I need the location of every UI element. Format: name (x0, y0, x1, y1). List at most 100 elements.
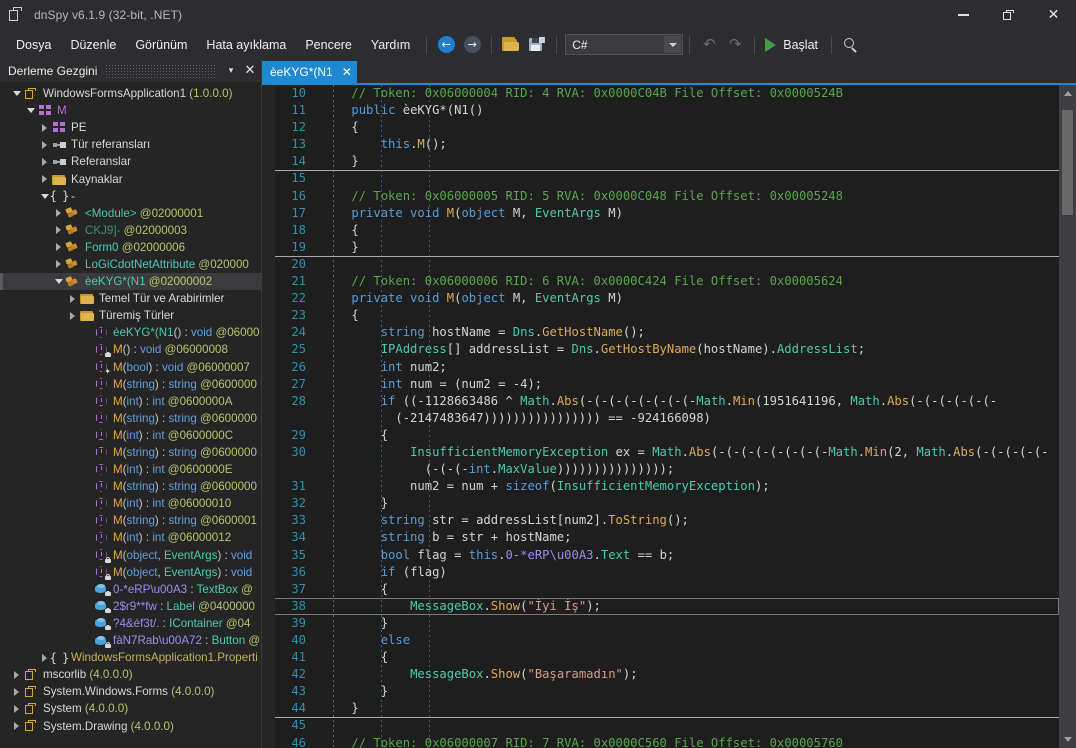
scroll-down-arrow-icon[interactable] (1059, 731, 1076, 748)
code-text[interactable]: } (315, 495, 1059, 512)
menu-item-yardim[interactable]: Yardım (362, 34, 419, 56)
chevron-right-icon[interactable] (52, 209, 65, 218)
tree-item[interactable]: Referanslar (0, 153, 261, 170)
tree-item[interactable]: fàN7Rab\u00A72 : Button @ (0, 632, 261, 649)
tree-item[interactable]: Tür referansları (0, 136, 261, 153)
tree-item[interactable]: LoGiCdotNetAttribute @020000 (0, 256, 261, 273)
editor-vertical-scrollbar[interactable] (1059, 85, 1076, 748)
code-text[interactable]: MessageBox.Show("Başaramadın"); (315, 666, 1059, 683)
code-text[interactable] (275, 717, 1059, 734)
tree-item[interactable]: ?4&éf3t/. : IContainer @04 (0, 615, 261, 632)
tree-item[interactable]: M(string) : string @0600001 (0, 512, 261, 529)
minimize-button[interactable] (941, 0, 986, 30)
editor-tab-eekyg[interactable]: èeKYG*(N1 ✕ (262, 61, 357, 83)
menu-item-duzenle[interactable]: Düzenle (61, 34, 125, 56)
tree-item[interactable]: M(int) : int @0600000C (0, 427, 261, 444)
code-text[interactable] (275, 255, 1059, 273)
close-button[interactable]: ✕ (1031, 0, 1076, 30)
menu-item-gorunum[interactable]: Görünüm (126, 34, 196, 56)
chevron-right-icon[interactable] (38, 175, 51, 184)
tree-item[interactable]: ✦ M(bool) : void @06000007 (0, 359, 261, 376)
tree-item[interactable]: M(string) : string @0600000 (0, 376, 261, 393)
tree-item[interactable]: èeKYG*(N1 @02000002 (0, 273, 261, 291)
chevron-right-icon[interactable] (52, 260, 65, 269)
code-text[interactable]: (-2147483647)))))))))))))))) == -9241660… (315, 410, 1059, 427)
code-text[interactable]: string b = str + hostName; (315, 529, 1059, 546)
code-text[interactable]: { (315, 581, 1059, 598)
tree-item[interactable]: System.Windows.Forms (4.0.0.0) (0, 683, 261, 700)
code-text[interactable]: MessageBox.Show("İyi İş"); (275, 597, 1059, 616)
code-text[interactable]: // Token: 0x06000005 RID: 5 RVA: 0x0000C… (315, 188, 1059, 205)
code-text[interactable]: public èeKYG*(N1() (315, 102, 1059, 119)
tree-item[interactable]: { } WindowsFormsApplication1.Properti (0, 649, 261, 666)
language-combobox[interactable]: C# (565, 34, 684, 55)
code-text[interactable]: int num = (num2 = -4); (315, 376, 1059, 393)
redo-button[interactable]: ↷ (722, 33, 748, 57)
code-text[interactable]: { (315, 222, 1059, 239)
code-text[interactable]: } (315, 700, 1059, 717)
drag-handle-dots[interactable] (105, 63, 215, 78)
code-text[interactable]: // Token: 0x06000006 RID: 6 RVA: 0x0000C… (315, 273, 1059, 290)
tree-item[interactable]: M(int) : int @0600000E (0, 461, 261, 478)
tree-item[interactable]: èeKYG*(N1() : void @06000 (0, 324, 261, 341)
tree-item[interactable]: M (0, 102, 261, 119)
start-debug-button[interactable]: Başlat (761, 36, 825, 54)
scroll-up-arrow-icon[interactable] (1059, 85, 1076, 102)
tree-item[interactable]: Temel Tür ve Arabirimler (0, 290, 261, 307)
tree-item[interactable]: System.Drawing (4.0.0.0) (0, 717, 261, 734)
menu-item-dosya[interactable]: Dosya (7, 34, 60, 56)
code-text[interactable]: if (flag) (315, 564, 1059, 581)
menu-item-hata-ayiklama[interactable]: Hata ayıklama (197, 34, 295, 56)
save-module-button[interactable] (524, 33, 550, 57)
panel-close-button[interactable]: ✕ (239, 63, 261, 78)
code-text[interactable]: InsufficientMemoryException ex = Math.Ab… (315, 444, 1059, 461)
undo-button[interactable]: ↶ (696, 33, 722, 57)
tree-item[interactable]: M() : void @06000008 (0, 341, 261, 358)
code-text[interactable]: } (315, 239, 1059, 256)
code-text[interactable]: } (315, 683, 1059, 700)
scrollbar-thumb[interactable] (1062, 110, 1073, 215)
code-text[interactable]: if ((-1128663486 ^ Math.Abs(-(-(-(-(-(-(… (315, 393, 1059, 410)
code-surface[interactable]: 10 // Token: 0x06000004 RID: 4 RVA: 0x00… (275, 85, 1059, 748)
chevron-right-icon[interactable] (52, 226, 65, 235)
chevron-right-icon[interactable] (38, 140, 51, 149)
tree-item[interactable]: 0-*eRP\u00A3 : TextBox @ (0, 581, 261, 598)
tree-item[interactable]: 2$r9**fw : Label @0400000 (0, 598, 261, 615)
chevron-right-icon[interactable] (10, 670, 23, 679)
panel-menu-button[interactable]: ▾ (223, 66, 239, 76)
code-text[interactable]: string str = addressList[num2].ToString(… (315, 512, 1059, 529)
tree-item[interactable]: M(int) : int @0600000A (0, 393, 261, 410)
chevron-down-icon[interactable] (52, 279, 65, 285)
tree-item[interactable]: <Module> @02000001 (0, 205, 261, 222)
chevron-down-icon[interactable] (664, 36, 682, 53)
chevron-right-icon[interactable] (38, 157, 51, 166)
assembly-tree[interactable]: WindowsFormsApplication1 (1.0.0.0) M PE Tür… (0, 82, 261, 748)
tree-item[interactable]: Kaynaklar (0, 170, 261, 187)
open-file-button[interactable] (498, 33, 524, 57)
navigate-back-button[interactable]: ← (433, 33, 459, 57)
tree-item[interactable]: M(int) : int @06000010 (0, 495, 261, 512)
tree-item[interactable]: M(string) : string @0600000 (0, 478, 261, 495)
code-text[interactable]: } (315, 153, 1059, 170)
code-text[interactable]: bool flag = this.0-*eRP\u00A3.Text == b; (315, 547, 1059, 564)
tree-item[interactable]: Türemiş Türler (0, 307, 261, 324)
code-text[interactable]: private void M(object M, EventArgs M) (315, 290, 1059, 307)
code-text[interactable]: { (315, 307, 1059, 324)
code-text[interactable]: string hostName = Dns.GetHostName(); (315, 324, 1059, 341)
tree-item[interactable]: M(string) : string @0600000 (0, 444, 261, 461)
navigate-forward-button[interactable]: → (459, 33, 485, 57)
tree-item[interactable]: Form0 @02000006 (0, 239, 261, 256)
tree-item[interactable]: PE (0, 119, 261, 136)
chevron-down-icon[interactable] (24, 108, 37, 114)
code-text[interactable]: this.M(); (315, 136, 1059, 153)
chevron-right-icon[interactable] (52, 243, 65, 252)
code-text[interactable]: // Token: 0x06000004 RID: 4 RVA: 0x0000C… (315, 85, 1059, 102)
tree-item[interactable]: CKJ9]- @02000003 (0, 222, 261, 239)
chevron-right-icon[interactable] (66, 294, 79, 303)
chevron-right-icon[interactable] (10, 704, 23, 713)
chevron-right-icon[interactable] (38, 123, 51, 132)
tree-item[interactable]: M(object, EventArgs) : void (0, 547, 261, 564)
code-text[interactable]: { (315, 427, 1059, 444)
tree-item[interactable]: M(int) : int @06000012 (0, 529, 261, 546)
tree-item[interactable]: { } - (0, 188, 261, 205)
